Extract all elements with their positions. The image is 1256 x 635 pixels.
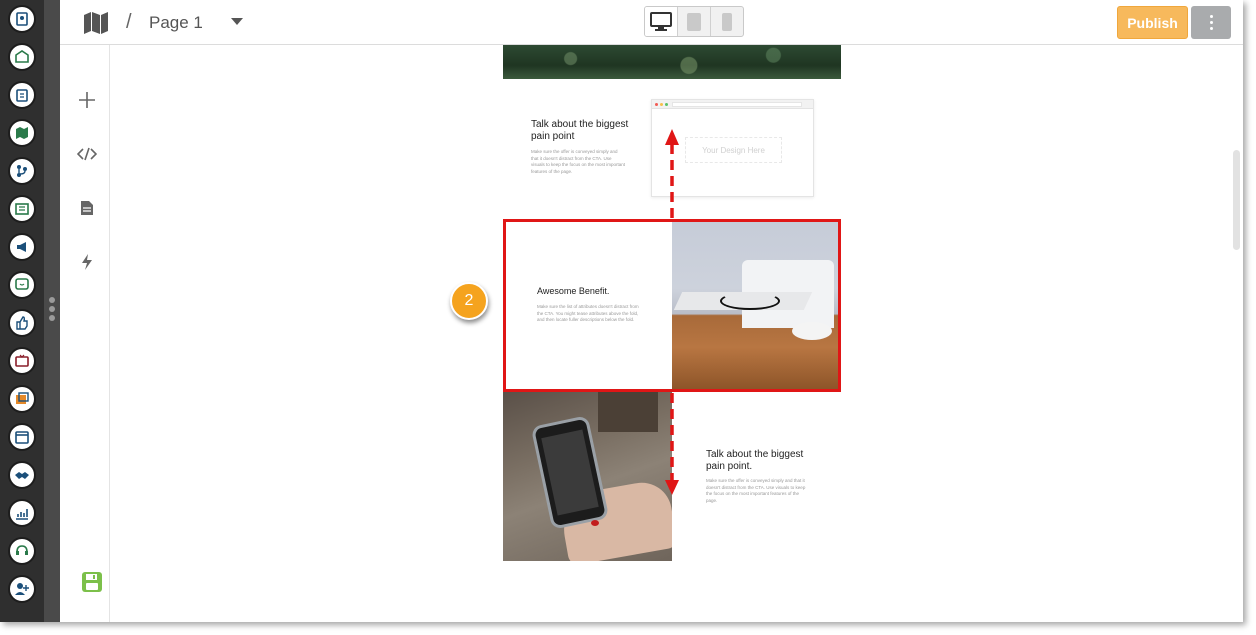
chat-icon[interactable] [8,271,36,299]
device-switcher [644,6,744,37]
desk-image[interactable] [672,222,838,389]
add-user-icon[interactable] [8,575,36,603]
mobile-icon [722,12,732,31]
resize-grip[interactable] [49,297,55,324]
code-icon[interactable] [76,143,98,165]
canvas-scrollbar[interactable] [1233,150,1240,250]
map-icon[interactable] [83,11,109,40]
section-body[interactable]: Make sure the list of attributes doesn't… [537,304,642,324]
page-title[interactable]: Page 1 [149,13,203,33]
image-icon[interactable] [8,385,36,413]
section-body[interactable]: Make sure the offer is conveyed simply a… [706,478,811,504]
section-body[interactable]: Make sure the offer is conveyed simply a… [531,149,626,175]
desktop-view-button[interactable] [645,7,678,36]
plus-icon[interactable] [76,89,98,111]
top-bar: / Page 1 Publish [60,0,1243,45]
support-icon[interactable] [8,537,36,565]
clipboard-icon[interactable] [8,81,36,109]
browser-mockup-image[interactable]: Your Design Here [651,99,814,197]
step-badge: 2 [450,282,488,320]
section-heading[interactable]: Awesome Benefit. [537,286,609,296]
handshake-icon[interactable] [8,461,36,489]
desktop-icon [650,11,672,31]
calendar-icon[interactable] [8,423,36,451]
section-heading[interactable]: Talk about the biggest pain point [531,119,641,143]
save-icon[interactable] [81,571,103,598]
design-placeholder: Your Design Here [685,137,782,163]
contacts-icon[interactable] [8,5,36,33]
lightning-icon[interactable] [76,251,98,273]
section-heading[interactable]: Talk about the biggest pain point. [706,449,816,473]
email-icon[interactable] [8,43,36,71]
tool-panel [60,45,110,622]
tablet-view-button[interactable] [678,7,711,36]
list-icon[interactable] [8,195,36,223]
megaphone-icon[interactable] [8,233,36,261]
thumbs-up-icon[interactable] [8,309,36,337]
breadcrumb-separator: / [126,11,132,33]
phone-image[interactable] [503,392,672,561]
mobile-view-button[interactable] [711,7,743,36]
tv-icon[interactable] [8,347,36,375]
kebab-icon [1209,14,1213,32]
analytics-icon[interactable] [8,499,36,527]
more-options-button[interactable] [1191,6,1231,39]
tablet-icon [687,12,701,31]
map-icon[interactable] [8,119,36,147]
document-icon[interactable] [76,197,98,219]
publish-button[interactable]: Publish [1117,6,1188,39]
workflow-icon[interactable] [8,157,36,185]
foliage-image[interactable] [503,45,841,79]
browser-bar [652,100,813,109]
app-window: / Page 1 Publish Talk about the biggest … [0,0,1243,622]
chevron-down-icon[interactable] [231,18,243,25]
